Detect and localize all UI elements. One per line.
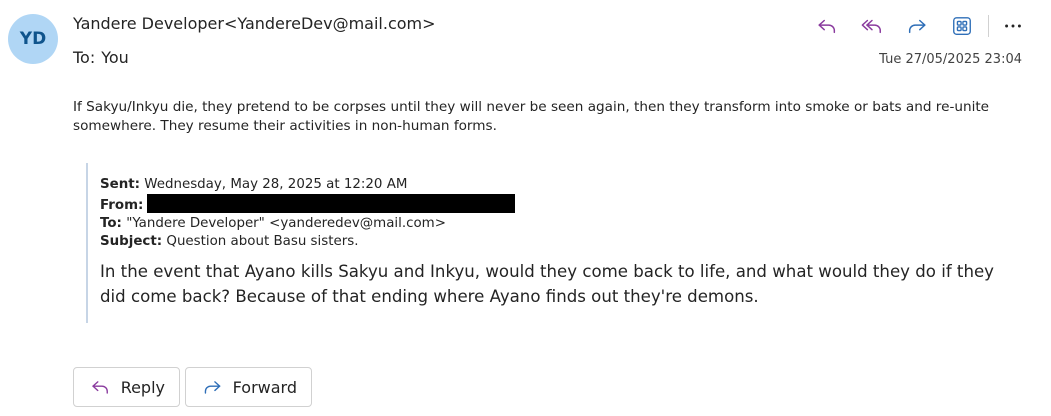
sender-name[interactable]: Yandere Developer<YandereDev@mail.com> — [73, 14, 436, 33]
footer-forward-button[interactable]: Forward — [185, 367, 312, 407]
to-value[interactable]: You — [101, 48, 129, 67]
avatar: YD — [8, 14, 58, 64]
reply-label: Reply — [120, 377, 165, 397]
more-icon — [1005, 24, 1021, 28]
quoted-body: In the event that Ayano kills Sakyu and … — [100, 262, 994, 306]
message-body: If Sakyu/Inkyu die, they pretend to be c… — [73, 99, 990, 134]
forward-button[interactable] — [901, 10, 933, 42]
quoted-to-value: "Yandere Developer" <yanderedev@mail.com… — [126, 216, 446, 231]
forward-icon — [204, 381, 221, 394]
sent-value: Wednesday, May 28, 2025 at 12:20 AM — [144, 177, 408, 192]
more-options-button[interactable] — [997, 10, 1029, 42]
quoted-subject-row: Subject: Question about Basu sisters. — [100, 233, 515, 251]
reply-all-button[interactable] — [856, 10, 888, 42]
toolbar-divider — [988, 15, 989, 37]
quoted-sent-row: Sent: Wednesday, May 28, 2025 at 12:20 A… — [100, 176, 515, 194]
quoted-from-row: From: — [100, 194, 516, 215]
reply-button[interactable] — [811, 10, 843, 42]
quoted-headers: Sent: Wednesday, May 28, 2025 at 12:20 A… — [100, 176, 516, 251]
quoted-to-row: To: "Yandere Developer" <yanderedev@mail… — [100, 215, 515, 233]
forward-icon — [908, 19, 926, 34]
message-date: Tue 27/05/2025 23:04 — [879, 52, 1022, 67]
quoted-message: Sent: Wednesday, May 28, 2025 at 12:20 A… — [86, 163, 1026, 323]
forward-label: Forward — [232, 377, 297, 397]
quoted-to-label: To: — [100, 216, 122, 231]
subject-label: Subject: — [100, 234, 163, 249]
reply-all-icon — [861, 19, 881, 34]
from-label: From: — [100, 198, 144, 213]
footer-reply-button[interactable]: Reply — [73, 367, 180, 407]
reply-icon — [92, 381, 108, 394]
apps-button[interactable] — [946, 10, 978, 42]
message-actions — [798, 10, 1029, 42]
apps-icon — [953, 17, 971, 35]
redacted-from — [147, 194, 516, 213]
sent-label: Sent: — [100, 177, 141, 192]
reply-icon — [818, 19, 836, 34]
subject-value: Question about Basu sisters. — [166, 234, 359, 249]
to-label: To: — [73, 48, 96, 67]
recipient-line: To: You — [73, 48, 129, 67]
